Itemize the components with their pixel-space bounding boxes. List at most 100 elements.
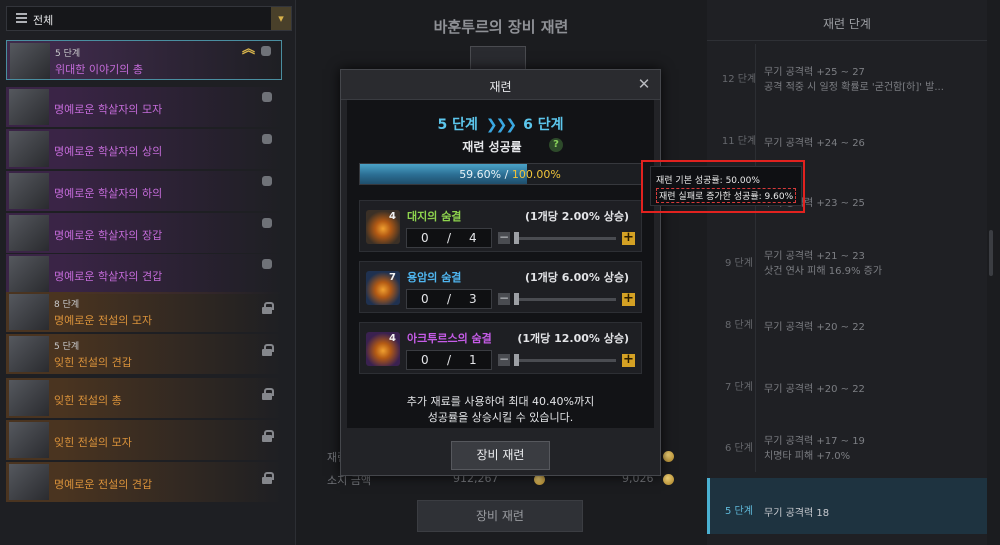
item-name: 명예로운 학살자의 장갑 bbox=[54, 229, 163, 242]
lock-icon bbox=[262, 344, 274, 356]
slider-handle[interactable] bbox=[514, 354, 519, 366]
quantity-value: 0 bbox=[421, 353, 429, 367]
quantity-slider[interactable] bbox=[514, 298, 616, 301]
inventory-item[interactable]: 명예로운 전설의 견갑 bbox=[6, 462, 282, 502]
material-bonus: (1개당 12.00% 상승) bbox=[517, 332, 629, 345]
step-effect-2: 삿건 연사 피해 16.9% 증가 bbox=[764, 266, 883, 277]
dialog-title: 재련 bbox=[489, 80, 512, 94]
highlight-box bbox=[641, 160, 805, 213]
gem-icon bbox=[262, 134, 272, 144]
increase-button[interactable]: + bbox=[622, 231, 635, 245]
chevron-down-icon[interactable]: ▾ bbox=[271, 7, 291, 30]
refine-step-5: 5 단계 무기 공격력 18 bbox=[707, 478, 987, 534]
gem-icon bbox=[262, 259, 272, 269]
category-filter-dropdown[interactable]: 전체 ▾ bbox=[6, 6, 292, 31]
close-icon[interactable]: ✕ bbox=[636, 75, 652, 93]
item-thumbnail bbox=[9, 89, 49, 125]
help-icon[interactable]: ? bbox=[549, 138, 563, 152]
material-name: 아크투르스의 숨결 bbox=[407, 332, 492, 345]
material-bonus: (1개당 2.00% 상승) bbox=[524, 210, 629, 223]
from-step: 5 단계 bbox=[437, 117, 478, 133]
item-name: 명예로운 학살자의 하의 bbox=[54, 187, 163, 200]
item-tier: 5 단계 bbox=[55, 49, 81, 59]
step-effect-1: 무기 공격력 +20 ~ 22 bbox=[764, 322, 865, 333]
gem-icon bbox=[262, 92, 272, 102]
refine-step-6: 6 단계 무기 공격력 +17 ~ 19 치명타 피해 +7.0% bbox=[707, 415, 987, 471]
current-step-marker bbox=[707, 478, 710, 534]
steps-title: 재련 단계 bbox=[823, 17, 871, 31]
step-effect-1: 무기 공격력 +21 ~ 23 bbox=[764, 251, 865, 262]
refine-dialog: 재련 ✕ 5 단계 ❯❯❯ 6 단계 재련 성공률 ? 59.60% / 100.0… bbox=[340, 69, 661, 476]
inventory-item[interactable]: 명예로운 학살자의 하의 bbox=[6, 171, 282, 211]
material-name: 대지의 숨결 bbox=[407, 210, 462, 223]
step-effect-1: 무기 공격력 +25 ~ 27 bbox=[764, 67, 865, 78]
item-thumbnail bbox=[9, 464, 49, 500]
refine-step-11: 11 단계 무기 공격력 +24 ~ 26 bbox=[707, 108, 987, 164]
inventory-item[interactable]: 8 단계 명예로운 전설의 모자 bbox=[6, 292, 282, 332]
item-name: 명예로운 학살자의 상의 bbox=[54, 145, 163, 158]
inventory-item[interactable]: 명예로운 학살자의 모자 bbox=[6, 87, 282, 127]
material-quantity-input[interactable]: 0 / 4 bbox=[406, 228, 492, 248]
item-thumbnail bbox=[10, 43, 50, 79]
decrease-button[interactable]: − bbox=[498, 231, 510, 244]
inventory-item[interactable]: 잊힌 전설의 총 bbox=[6, 378, 282, 418]
lock-icon bbox=[262, 388, 274, 400]
item-tier: 8 단계 bbox=[54, 300, 80, 310]
item-thumbnail bbox=[9, 422, 49, 458]
info-text: 추가 재료를 사용하여 최대 40.40%까지 성공률을 상승시킬 수 있습니다… bbox=[406, 395, 595, 424]
gold-coin-icon bbox=[663, 474, 674, 485]
decrease-button[interactable]: − bbox=[498, 292, 510, 305]
quantity-max: 4 bbox=[469, 231, 477, 245]
increase-button[interactable]: + bbox=[622, 292, 635, 306]
inventory-item[interactable]: 명예로운 학살자의 상의 bbox=[6, 129, 282, 169]
material-quantity-input[interactable]: 0 / 1 bbox=[406, 350, 492, 370]
dialog-header: 재련 ✕ bbox=[341, 70, 660, 100]
material-count: 4 bbox=[389, 211, 396, 222]
step-transition: 5 단계 ❯❯❯ 6 단계 bbox=[347, 114, 654, 134]
success-rate-label: 재련 성공률 bbox=[462, 140, 522, 154]
slider-handle[interactable] bbox=[514, 293, 519, 305]
item-name: 잊힌 전설의 총 bbox=[54, 394, 122, 407]
upgrade-icon: ︽ bbox=[241, 42, 255, 57]
refine-step-12: 12 단계 무기 공격력 +25 ~ 27 공격 적중 시 일정 확률로 '굳건함[… bbox=[707, 46, 987, 102]
step-level: 12 단계 bbox=[721, 74, 757, 85]
item-name: 잊힌 전설의 모자 bbox=[54, 436, 132, 449]
slider-handle[interactable] bbox=[514, 232, 519, 244]
item-thumbnail bbox=[9, 294, 49, 330]
quantity-slider[interactable] bbox=[514, 359, 616, 362]
inventory-item[interactable]: 잊힌 전설의 모자 bbox=[6, 420, 282, 460]
inventory-item[interactable]: 명예로운 학살자의 견갑 bbox=[6, 254, 282, 294]
gem-icon bbox=[262, 176, 272, 186]
inventory-item[interactable]: 명예로운 학살자의 장갑 bbox=[6, 213, 282, 253]
refine-step-7: 7 단계 무기 공격력 +20 ~ 22 bbox=[707, 354, 987, 410]
material-quantity-input[interactable]: 0 / 3 bbox=[406, 289, 492, 309]
step-level: 7 단계 bbox=[725, 382, 753, 393]
item-name: 위대한 이야기의 총 bbox=[55, 63, 143, 76]
material-row: 4 대지의 숨결 (1개당 2.00% 상승) 0 / 4 − + bbox=[359, 200, 642, 252]
item-name: 잊힌 전설의 견갑 bbox=[54, 356, 132, 369]
quantity-slider[interactable] bbox=[514, 237, 616, 240]
confirm-refine-button[interactable]: 장비 재련 bbox=[451, 441, 550, 470]
steps-scrollbar[interactable] bbox=[989, 230, 993, 276]
gold-coin-icon bbox=[663, 451, 674, 462]
decrease-button[interactable]: − bbox=[498, 353, 510, 366]
page-title: 바훈투르의 장비 재련 bbox=[433, 18, 569, 36]
quantity-separator: / bbox=[447, 292, 452, 306]
step-effect-1: 무기 공격력 +17 ~ 19 bbox=[764, 436, 865, 447]
divider bbox=[755, 44, 756, 472]
refine-steps-panel: 재련 단계 12 단계 무기 공격력 +25 ~ 27 공격 적중 시 일정 확률로… bbox=[707, 0, 987, 545]
inventory-item[interactable]: 5 단계잊힌 전설의 견갑 bbox=[6, 334, 282, 374]
material-count: 7 bbox=[389, 272, 396, 283]
refine-button-background[interactable]: 장비 재련 bbox=[417, 500, 583, 532]
item-tier: 5 단계 bbox=[54, 342, 80, 352]
step-level: 9 단계 bbox=[725, 258, 753, 269]
refine-panel: 5 단계 ❯❯❯ 6 단계 재련 성공률 ? 59.60% / 100.00% 4대… bbox=[347, 100, 654, 428]
inventory-item[interactable]: 5 단계위대한 이야기의 총 ︽ bbox=[6, 40, 282, 80]
quantity-max: 3 bbox=[469, 292, 477, 306]
quantity-value: 0 bbox=[421, 231, 429, 245]
increase-button[interactable]: + bbox=[622, 353, 635, 367]
step-level: 5 단계 bbox=[725, 506, 753, 517]
item-thumbnail bbox=[9, 173, 49, 209]
lock-icon bbox=[262, 302, 274, 314]
material-count: 4 bbox=[389, 333, 396, 344]
